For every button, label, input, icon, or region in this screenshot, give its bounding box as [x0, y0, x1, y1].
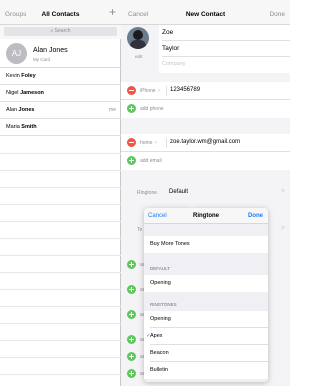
chevron-right-icon: > — [154, 140, 158, 146]
contact-name: Alan Jones — [6, 107, 35, 113]
ringtone-option[interactable]: Opening — [144, 275, 268, 292]
search-bar: ⌕ Search — [0, 25, 121, 39]
add-phone-row[interactable]: add phone — [121, 100, 290, 118]
contact-name: Kevin Foley — [6, 73, 36, 79]
ringtone-option-label: Opening — [150, 316, 171, 322]
ringtone-option[interactable]: Beacon — [144, 345, 268, 362]
add-phone-icon[interactable] — [127, 104, 136, 113]
contact-name: Maria Smith — [6, 124, 37, 130]
contact-row[interactable]: Maria Smith — [0, 119, 121, 136]
chevron-right-icon: > — [280, 225, 285, 232]
search-input[interactable]: ⌕ Search — [4, 27, 117, 36]
phone-row: iPhone > 123456789 — [121, 82, 290, 100]
buy-more-tones-label: Buy More Tones — [150, 241, 190, 247]
divider — [0, 323, 121, 324]
divider — [0, 289, 121, 290]
contact-photo[interactable] — [127, 27, 149, 49]
email-field[interactable]: zoe.taylor.wm@gmail.com — [170, 139, 240, 145]
last-name-field[interactable]: Taylor — [162, 41, 290, 57]
phone-label-selector[interactable]: iPhone > — [140, 88, 161, 94]
chevron-right-icon: > — [280, 188, 285, 195]
contacts-nav-bar: Groups All Contacts + — [0, 0, 121, 25]
divider — [166, 138, 167, 148]
divider — [0, 153, 121, 154]
company-field[interactable]: Company — [162, 57, 290, 73]
contacts-title: All Contacts — [41, 11, 80, 18]
ringtone-option-label: Apex — [150, 333, 163, 339]
add-icon[interactable] — [127, 335, 136, 344]
delete-phone-icon[interactable] — [127, 86, 136, 95]
delete-email-icon[interactable] — [127, 138, 136, 147]
phone-section: iPhone > 123456789 add phone — [121, 82, 290, 118]
add-icon[interactable] — [127, 369, 136, 378]
avatar: AJ — [6, 43, 27, 64]
divider — [0, 357, 121, 358]
ringtone-option-label: Bulletin — [150, 367, 169, 373]
email-section: home > zoe.taylor.wm@gmail.com add email — [121, 134, 290, 170]
email-label-selector[interactable]: home > — [140, 140, 157, 146]
add-email-label: add email — [140, 158, 162, 164]
divider — [0, 204, 121, 205]
photo-body — [130, 40, 146, 49]
add-email-icon[interactable] — [127, 156, 136, 165]
divider — [0, 306, 121, 307]
add-phone-label: add phone — [140, 106, 164, 112]
done-button[interactable]: Done — [269, 11, 285, 18]
photo-edit-label[interactable]: edit — [135, 54, 142, 59]
divider — [0, 170, 121, 171]
text-tone-label: Te — [137, 227, 143, 233]
contacts-list-pane: Groups All Contacts + ⌕ Search AJ Alan J… — [0, 0, 121, 386]
my-card-row[interactable]: AJ Alan Jones My Card — [0, 39, 121, 68]
divider — [0, 255, 121, 256]
contacts-app: Groups All Contacts + ⌕ Search AJ Alan J… — [0, 0, 290, 386]
contact-row[interactable]: Kevin Foley — [0, 68, 121, 85]
divider — [166, 86, 167, 96]
ringtone-option-label: Opening — [150, 280, 171, 286]
divider — [0, 272, 121, 273]
add-email-row[interactable]: add email — [121, 152, 290, 170]
new-contact-title: New Contact — [185, 11, 226, 18]
my-card-name: Alan Jones — [33, 47, 68, 54]
ringtone-option[interactable]: Opening — [144, 311, 268, 328]
add-icon[interactable] — [127, 352, 136, 361]
ringtone-option-selected[interactable]: ✓ Apex — [144, 328, 268, 345]
contact-row[interactable]: Nigel Jameson — [0, 85, 121, 102]
divider — [0, 340, 121, 341]
ringtone-option-label: Beacon — [150, 350, 169, 356]
ringtone-value: Default — [169, 189, 189, 195]
phone-number-field[interactable]: 123456789 — [170, 87, 200, 93]
default-section-header: DEFAULT — [150, 266, 170, 271]
contact-row[interactable]: Alan Jones me — [0, 102, 121, 119]
add-contact-icon[interactable]: + — [109, 6, 116, 18]
add-icon[interactable] — [127, 310, 136, 319]
add-icon[interactable] — [127, 260, 136, 269]
chevron-right-icon: > — [157, 88, 161, 94]
my-card-subtitle: My Card — [33, 57, 51, 62]
popover-nav-bar: Cancel Ringtone Done — [144, 208, 268, 224]
ringtone-row[interactable]: Ringtone Default > — [121, 183, 290, 203]
popover-done-button[interactable]: Done — [248, 213, 263, 219]
buy-more-tones-row[interactable]: Buy More Tones — [144, 236, 268, 253]
search-icon: ⌕ — [50, 28, 54, 34]
divider — [0, 187, 121, 188]
new-contact-nav-bar: Cancel New Contact Done — [121, 0, 290, 25]
divider — [0, 374, 121, 375]
search-placeholder: Search — [54, 28, 71, 34]
first-name-field[interactable]: Zoe — [162, 25, 290, 41]
ringtone-popover: Cancel Ringtone Done Buy More Tones DEFA… — [144, 208, 268, 382]
ringtone-option[interactable]: Bulletin — [144, 362, 268, 379]
ringtone-label: Ringtone — [137, 190, 158, 196]
photo-head — [133, 30, 143, 40]
add-icon[interactable] — [127, 285, 136, 294]
divider — [0, 238, 121, 239]
divider — [0, 221, 121, 222]
me-badge: me — [109, 107, 116, 113]
contact-name: Nigel Jameson — [6, 90, 44, 96]
ringtones-section-header: RINGTONES — [150, 302, 177, 307]
email-row: home > zoe.taylor.wm@gmail.com — [121, 134, 290, 152]
name-fields: Zoe Taylor Company — [159, 25, 290, 73]
